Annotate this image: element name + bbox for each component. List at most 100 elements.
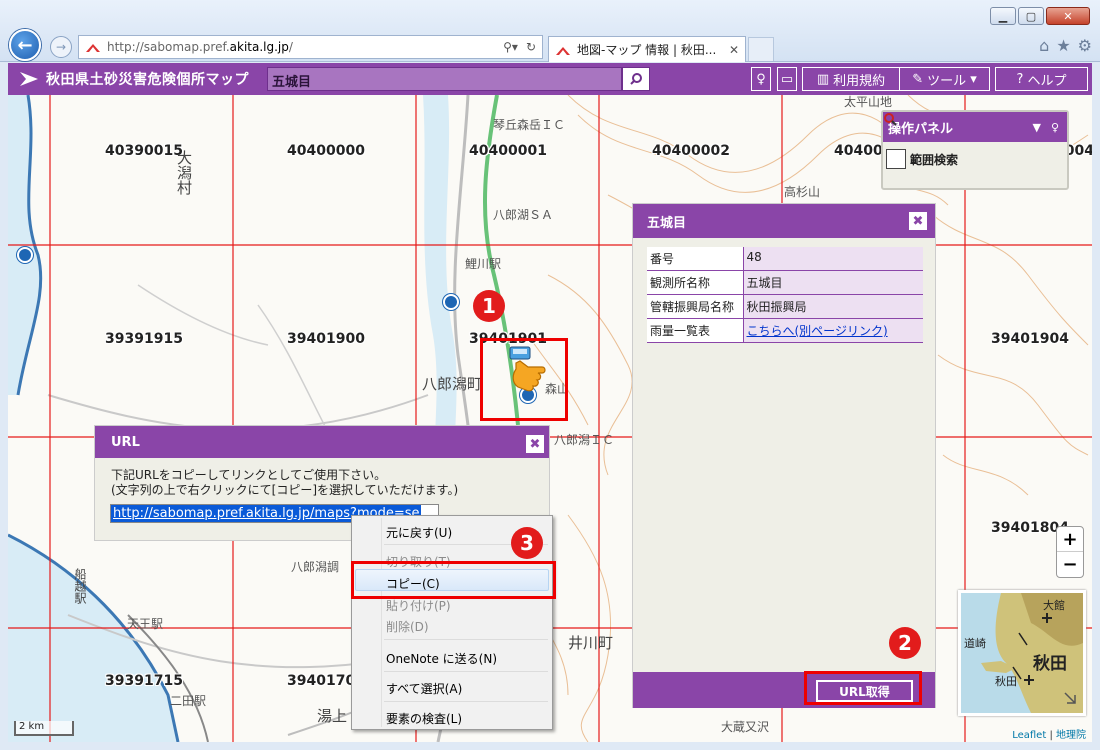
instruction-line-2: (文字列の上で右クリックにて[コピー]を選択していただけます。) xyxy=(111,483,459,497)
lightbulb-icon: ♀ xyxy=(756,71,766,87)
help-label: ヘルプ xyxy=(1027,73,1067,89)
place-label: 八郎潟町 xyxy=(422,375,483,393)
url-suffix: / xyxy=(288,40,293,54)
url-dialog-instructions: 下記URLをコピーしてリンクとしてご使用下さい。 (文字列の上で右クリックにて[… xyxy=(111,468,458,498)
mesh-code-label: 39401904 xyxy=(991,331,1069,347)
step-badge-3: 3 xyxy=(511,527,543,559)
search-icon[interactable]: ⚲▾ xyxy=(503,40,518,54)
terms-label: 利用規約 xyxy=(833,73,886,89)
zoom-out-button[interactable]: − xyxy=(1057,552,1083,577)
operation-panel-title: 操作パネル xyxy=(888,121,954,137)
chevron-down-icon: ▾ xyxy=(970,71,977,87)
menu-separator xyxy=(384,671,548,672)
observation-marker[interactable] xyxy=(17,247,33,263)
menu-item-undo[interactable]: 元に戻す(U) xyxy=(386,524,452,541)
rainfall-list-link[interactable]: こちらへ(別ページリンク) xyxy=(747,324,888,338)
minimap-label: 秋田 xyxy=(1033,654,1067,674)
step-badge-2: 2 xyxy=(889,627,921,659)
operation-panel-header: 操作パネル ▼ ♀ xyxy=(883,112,1067,142)
settings-gear-icon[interactable]: ⚙ xyxy=(1078,36,1092,55)
minimap-label: 大館 xyxy=(1043,599,1065,612)
magnifier-icon xyxy=(884,113,906,169)
info-key: 雨量一覧表 xyxy=(647,318,743,343)
help-button[interactable]: ? ヘルプ xyxy=(995,67,1088,91)
place-label: 八郎湖ＳＡ xyxy=(493,208,554,222)
place-label: 大潟村 xyxy=(175,150,193,195)
close-icon[interactable]: ✖ xyxy=(525,434,545,454)
info-key: 管轄振興局名称 xyxy=(647,294,743,319)
tab-close-icon[interactable]: ✕ xyxy=(729,43,739,57)
refresh-icon[interactable]: ↻ xyxy=(526,40,536,54)
table-row: 管轄振興局名称 秋田振興局 xyxy=(647,294,923,319)
comment-icon: ▭ xyxy=(780,71,794,87)
forward-arrow-icon[interactable]: → xyxy=(50,36,72,58)
info-value: 秋田振興局 xyxy=(742,294,923,319)
mesh-code-label: 39391915 xyxy=(105,331,183,347)
app-logo-icon xyxy=(20,72,38,86)
browser-tab[interactable]: 地図-マップ 情報 | 秋田... ✕ xyxy=(548,36,746,62)
maximize-icon[interactable]: ▢ xyxy=(1018,7,1044,25)
search-input[interactable]: 五城目 xyxy=(267,67,622,91)
observation-marker[interactable] xyxy=(443,294,459,310)
menu-separator xyxy=(384,701,548,702)
tools-label: ツール xyxy=(927,73,967,89)
step-badge-1: 1 xyxy=(473,290,505,322)
station-info-popup: 五城目 ✖ 番号 48 観測所名称 五城目 管轄振興局名称 秋田振興局 雨量一覧… xyxy=(632,203,936,708)
place-label: 高杉山 xyxy=(784,185,821,199)
zoom-in-button[interactable]: + xyxy=(1057,527,1083,552)
tab-title: 地図-マップ 情報 | 秋田... xyxy=(577,43,717,57)
terms-button[interactable]: ▥ 利用規約 xyxy=(802,67,900,91)
hand-pointer-icon xyxy=(509,346,546,392)
map-view[interactable]: 40390015 40400000 40400001 40400002 4040… xyxy=(8,95,1092,742)
info-value-link-cell: こちらへ(別ページリンク) xyxy=(742,318,923,343)
info-popup-title: 五城目 xyxy=(647,215,687,231)
menu-item-select-all[interactable]: すべて選択(A) xyxy=(386,680,462,697)
minimap-label: 秋田 xyxy=(995,675,1017,688)
info-key: 番号 xyxy=(647,247,743,271)
menu-separator xyxy=(384,639,548,640)
minimap-label: 道崎 xyxy=(964,637,986,650)
place-label: 八郎潟調 xyxy=(291,560,340,574)
range-search-label: 範囲検索 xyxy=(910,152,959,167)
lightbulb-button[interactable]: ♀ xyxy=(751,67,771,91)
minimize-icon[interactable]: ▁ xyxy=(990,7,1016,25)
url-prefix: http://sabomap.pref. xyxy=(107,40,230,54)
table-row: 観測所名称 五城目 xyxy=(647,270,923,295)
place-label: 船越駅 xyxy=(73,568,87,604)
wrench-icon: ✎ xyxy=(912,71,924,87)
menu-item-onenote[interactable]: OneNote に送る(N) xyxy=(386,650,497,667)
overview-minimap[interactable]: 大館 秋田 秋田 道崎 xyxy=(958,590,1086,716)
new-tab-button[interactable] xyxy=(748,37,774,61)
instruction-line-1: 下記URLをコピーしてリンクとしてご使用下さい。 xyxy=(111,468,387,482)
place-label: 太平山地 xyxy=(844,95,893,109)
mesh-code-label: 39391715 xyxy=(105,673,183,689)
place-label: 二田駅 xyxy=(170,694,207,708)
tab-favicon-icon xyxy=(556,46,570,55)
back-arrow-icon[interactable]: ← xyxy=(9,29,41,61)
browser-toolbar-right: ⌂ ★ ⚙ xyxy=(1039,36,1092,55)
collapse-chevron-icon[interactable]: ▼ xyxy=(1032,121,1040,134)
info-value: 五城目 xyxy=(742,270,923,295)
menu-item-inspect[interactable]: 要素の検査(L) xyxy=(386,710,462,727)
favorites-star-icon[interactable]: ★ xyxy=(1056,36,1070,55)
search-button[interactable] xyxy=(622,67,650,91)
search-icon xyxy=(630,73,642,85)
operation-panel: 操作パネル ▼ ♀ 範囲検索 xyxy=(881,110,1069,190)
range-search-item[interactable]: 範囲検索 xyxy=(883,113,1067,169)
comment-button[interactable]: ▭ xyxy=(777,67,797,91)
tools-button[interactable]: ✎ ツール ▾ xyxy=(899,67,990,91)
menu-item-paste: 貼り付け(P) xyxy=(386,599,451,613)
home-icon[interactable]: ⌂ xyxy=(1039,36,1049,55)
station-info-table: 番号 48 観測所名称 五城目 管轄振興局名称 秋田振興局 雨量一覧表 こちらへ… xyxy=(647,247,923,343)
leaflet-link[interactable]: Leaflet xyxy=(1012,730,1046,741)
close-window-icon[interactable]: ✕ xyxy=(1046,7,1090,25)
address-tools: ⚲▾ ↻ xyxy=(503,40,542,54)
close-icon[interactable]: ✖ xyxy=(908,211,928,231)
address-bar[interactable]: http://sabomap.pref. akita.lg.jp / ⚲▾ ↻ xyxy=(78,35,543,59)
place-label: 鯉川駅 xyxy=(465,257,502,271)
app-header: 秋田県土砂災害危険個所マップ 五城目 ♀ ▭ ▥ 利用規約 ✎ ツール ▾ ? ヘルプ xyxy=(8,63,1092,95)
gsi-link[interactable]: 地理院 xyxy=(1056,730,1086,741)
info-key: 観測所名称 xyxy=(647,270,743,295)
lightbulb-icon[interactable]: ♀ xyxy=(1051,121,1059,134)
info-popup-header: 五城目 xyxy=(633,204,935,238)
